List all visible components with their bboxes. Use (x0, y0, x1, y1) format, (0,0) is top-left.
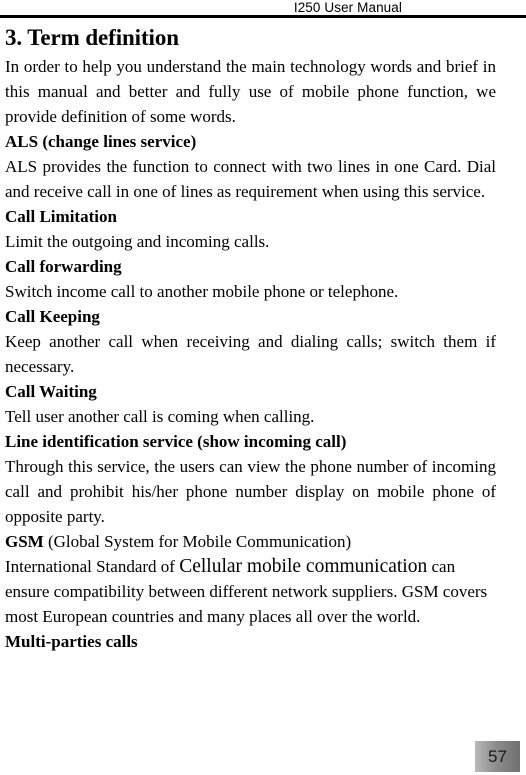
document-body: 3. Term definition In order to help you … (5, 23, 496, 654)
term-definition: ALS provides the function to connect wit… (5, 157, 496, 201)
term-definition-gsm: International Standard of Cellular mobil… (5, 554, 496, 629)
gsm-definition-emphasis: Cellular mobile communication (179, 556, 428, 577)
term-label: Call Limitation (5, 207, 117, 226)
running-header-text: I250 User Manual (293, 0, 402, 15)
running-header: I250 User Manual (0, 0, 526, 15)
term-label-final: Multi-parties calls (5, 632, 138, 651)
term-entry-gsm: GSM (Global System for Mobile Communicat… (5, 529, 496, 629)
term-definition: Limit the outgoing and incoming calls. (5, 232, 270, 251)
page-number-plate: 57 (475, 741, 520, 772)
gsm-definition-lead: International Standard of (5, 557, 180, 576)
term-definition: Through this service, the users can view… (5, 457, 496, 526)
term-label-gsm: GSM (Global System for Mobile Communicat… (5, 529, 496, 554)
term-definition: Tell user another call is coming when ca… (5, 407, 315, 426)
term-entry: Call Waiting Tell user another call is c… (5, 379, 496, 429)
gsm-expansion: (Global System for Mobile Communication) (43, 532, 352, 551)
term-definition: Switch income call to another mobile pho… (5, 282, 399, 301)
header-divider-rule (0, 15, 526, 18)
term-label: Line identification service (show incomi… (5, 432, 347, 451)
term-entry: Call Limitation Limit the outgoing and i… (5, 204, 496, 254)
term-label: Call forwarding (5, 257, 122, 276)
intro-paragraph: In order to help you understand the main… (5, 57, 496, 126)
term-entry: ALS (change lines service) ALS provides … (5, 129, 496, 204)
term-entry: Call forwarding Switch income call to an… (5, 254, 496, 304)
page-number: 57 (488, 746, 507, 766)
page-title: 3. Term definition (5, 25, 179, 50)
term-entry: Call Keeping Keep another call when rece… (5, 304, 496, 379)
term-label: Call Waiting (5, 382, 97, 401)
term-entry: Line identification service (show incomi… (5, 429, 496, 529)
term-label: Call Keeping (5, 307, 100, 326)
gsm-abbreviation: GSM (5, 532, 44, 551)
term-definition: Keep another call when receiving and dia… (5, 332, 496, 376)
term-label: ALS (change lines service) (5, 132, 197, 151)
